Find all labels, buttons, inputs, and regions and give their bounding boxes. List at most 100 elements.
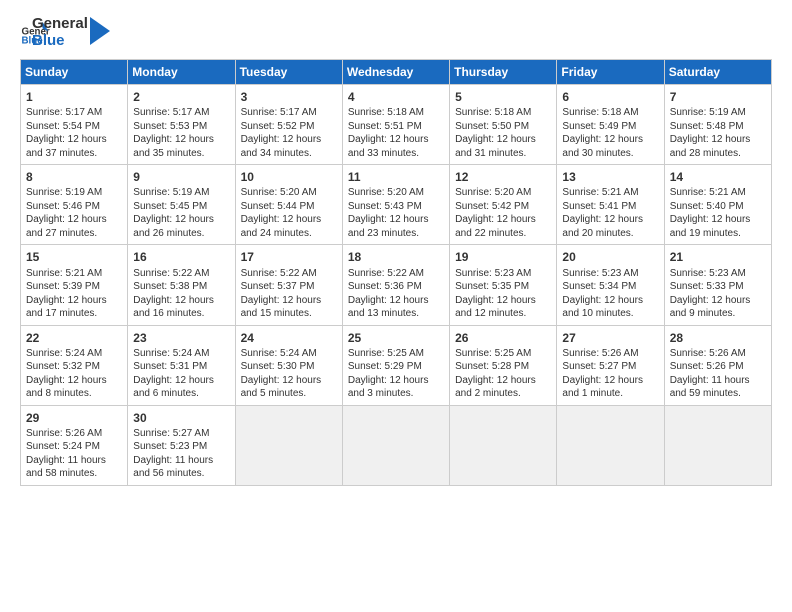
calendar-cell: 17Sunrise: 5:22 AMSunset: 5:37 PMDayligh… bbox=[235, 245, 342, 325]
day-number: 18 bbox=[348, 249, 445, 265]
calendar-cell bbox=[557, 405, 664, 485]
sunrise-text: Sunrise: 5:19 AM bbox=[670, 107, 746, 118]
calendar-cell: 27Sunrise: 5:26 AMSunset: 5:27 PMDayligh… bbox=[557, 325, 664, 405]
calendar-week-3: 15Sunrise: 5:21 AMSunset: 5:39 PMDayligh… bbox=[21, 245, 772, 325]
sunrise-text: Sunrise: 5:23 AM bbox=[562, 268, 638, 279]
day-number: 1 bbox=[26, 89, 123, 105]
sunset-text: Sunset: 5:34 PM bbox=[562, 281, 636, 292]
day-number: 4 bbox=[348, 89, 445, 105]
sunrise-text: Sunrise: 5:26 AM bbox=[670, 348, 746, 359]
calendar-cell: 13Sunrise: 5:21 AMSunset: 5:41 PMDayligh… bbox=[557, 165, 664, 245]
sunset-text: Sunset: 5:26 PM bbox=[670, 361, 744, 372]
sunrise-text: Sunrise: 5:21 AM bbox=[562, 187, 638, 198]
daylight-text: Daylight: 12 hours and 8 minutes. bbox=[26, 375, 107, 400]
calendar-cell bbox=[235, 405, 342, 485]
day-number: 25 bbox=[348, 330, 445, 346]
sunrise-text: Sunrise: 5:25 AM bbox=[348, 348, 424, 359]
day-number: 22 bbox=[26, 330, 123, 346]
sunset-text: Sunset: 5:52 PM bbox=[241, 121, 315, 132]
day-number: 12 bbox=[455, 169, 552, 185]
calendar-cell bbox=[450, 405, 557, 485]
sunset-text: Sunset: 5:44 PM bbox=[241, 201, 315, 212]
daylight-text: Daylight: 12 hours and 31 minutes. bbox=[455, 134, 536, 159]
daylight-text: Daylight: 11 hours and 58 minutes. bbox=[26, 455, 106, 480]
page-container: General Blue General Blue SundayMondayTu… bbox=[0, 0, 792, 496]
sunrise-text: Sunrise: 5:19 AM bbox=[26, 187, 102, 198]
sunrise-text: Sunrise: 5:17 AM bbox=[26, 107, 102, 118]
logo-arrow-icon bbox=[90, 17, 110, 45]
calendar-cell: 5Sunrise: 5:18 AMSunset: 5:50 PMDaylight… bbox=[450, 85, 557, 165]
calendar-cell: 15Sunrise: 5:21 AMSunset: 5:39 PMDayligh… bbox=[21, 245, 128, 325]
calendar-dow-sunday: Sunday bbox=[21, 60, 128, 85]
calendar-dow-tuesday: Tuesday bbox=[235, 60, 342, 85]
sunset-text: Sunset: 5:31 PM bbox=[133, 361, 207, 372]
daylight-text: Daylight: 12 hours and 23 minutes. bbox=[348, 214, 429, 239]
sunset-text: Sunset: 5:24 PM bbox=[26, 441, 100, 452]
calendar-cell: 10Sunrise: 5:20 AMSunset: 5:44 PMDayligh… bbox=[235, 165, 342, 245]
daylight-text: Daylight: 12 hours and 37 minutes. bbox=[26, 134, 107, 159]
sunrise-text: Sunrise: 5:23 AM bbox=[455, 268, 531, 279]
sunrise-text: Sunrise: 5:22 AM bbox=[133, 268, 209, 279]
daylight-text: Daylight: 12 hours and 2 minutes. bbox=[455, 375, 536, 400]
sunrise-text: Sunrise: 5:24 AM bbox=[133, 348, 209, 359]
daylight-text: Daylight: 12 hours and 16 minutes. bbox=[133, 295, 214, 320]
day-number: 16 bbox=[133, 249, 230, 265]
sunset-text: Sunset: 5:28 PM bbox=[455, 361, 529, 372]
daylight-text: Daylight: 12 hours and 27 minutes. bbox=[26, 214, 107, 239]
calendar-cell: 16Sunrise: 5:22 AMSunset: 5:38 PMDayligh… bbox=[128, 245, 235, 325]
sunset-text: Sunset: 5:43 PM bbox=[348, 201, 422, 212]
calendar-dow-friday: Friday bbox=[557, 60, 664, 85]
sunset-text: Sunset: 5:30 PM bbox=[241, 361, 315, 372]
day-number: 3 bbox=[241, 89, 338, 105]
day-number: 9 bbox=[133, 169, 230, 185]
calendar-table: SundayMondayTuesdayWednesdayThursdayFrid… bbox=[20, 59, 772, 486]
calendar-cell: 26Sunrise: 5:25 AMSunset: 5:28 PMDayligh… bbox=[450, 325, 557, 405]
sunrise-text: Sunrise: 5:22 AM bbox=[348, 268, 424, 279]
sunrise-text: Sunrise: 5:21 AM bbox=[670, 187, 746, 198]
calendar-cell: 3Sunrise: 5:17 AMSunset: 5:52 PMDaylight… bbox=[235, 85, 342, 165]
sunrise-text: Sunrise: 5:17 AM bbox=[133, 107, 209, 118]
calendar-cell: 23Sunrise: 5:24 AMSunset: 5:31 PMDayligh… bbox=[128, 325, 235, 405]
sunrise-text: Sunrise: 5:20 AM bbox=[455, 187, 531, 198]
sunset-text: Sunset: 5:23 PM bbox=[133, 441, 207, 452]
day-number: 29 bbox=[26, 410, 123, 426]
sunset-text: Sunset: 5:40 PM bbox=[670, 201, 744, 212]
sunset-text: Sunset: 5:32 PM bbox=[26, 361, 100, 372]
day-number: 24 bbox=[241, 330, 338, 346]
sunrise-text: Sunrise: 5:24 AM bbox=[241, 348, 317, 359]
day-number: 17 bbox=[241, 249, 338, 265]
sunset-text: Sunset: 5:37 PM bbox=[241, 281, 315, 292]
sunset-text: Sunset: 5:39 PM bbox=[26, 281, 100, 292]
daylight-text: Daylight: 12 hours and 33 minutes. bbox=[348, 134, 429, 159]
sunrise-text: Sunrise: 5:20 AM bbox=[348, 187, 424, 198]
calendar-cell: 1 Sunrise: 5:17 AM Sunset: 5:54 PM Daylight… bbox=[21, 85, 128, 165]
calendar-dow-monday: Monday bbox=[128, 60, 235, 85]
calendar-cell: 21Sunrise: 5:23 AMSunset: 5:33 PMDayligh… bbox=[664, 245, 771, 325]
sunset-text: Sunset: 5:29 PM bbox=[348, 361, 422, 372]
calendar-cell: 22Sunrise: 5:24 AMSunset: 5:32 PMDayligh… bbox=[21, 325, 128, 405]
daylight-text: Daylight: 12 hours and 9 minutes. bbox=[670, 295, 751, 320]
calendar-cell bbox=[664, 405, 771, 485]
day-number: 27 bbox=[562, 330, 659, 346]
sunrise-text: Sunrise: 5:18 AM bbox=[562, 107, 638, 118]
sunset-text: Sunset: 5:45 PM bbox=[133, 201, 207, 212]
daylight-text: Daylight: 12 hours and 3 minutes. bbox=[348, 375, 429, 400]
sunset-text: Sunset: 5:54 PM bbox=[26, 121, 100, 132]
calendar-cell: 7Sunrise: 5:19 AMSunset: 5:48 PMDaylight… bbox=[664, 85, 771, 165]
daylight-text: Daylight: 12 hours and 17 minutes. bbox=[26, 295, 107, 320]
calendar-week-2: 8Sunrise: 5:19 AMSunset: 5:46 PMDaylight… bbox=[21, 165, 772, 245]
calendar-week-5: 29Sunrise: 5:26 AMSunset: 5:24 PMDayligh… bbox=[21, 405, 772, 485]
calendar-cell: 19Sunrise: 5:23 AMSunset: 5:35 PMDayligh… bbox=[450, 245, 557, 325]
calendar-cell: 18Sunrise: 5:22 AMSunset: 5:36 PMDayligh… bbox=[342, 245, 449, 325]
sunrise-text: Sunrise: 5:18 AM bbox=[348, 107, 424, 118]
daylight-text: Daylight: 12 hours and 24 minutes. bbox=[241, 214, 322, 239]
daylight-text: Daylight: 12 hours and 12 minutes. bbox=[455, 295, 536, 320]
day-number: 15 bbox=[26, 249, 123, 265]
calendar-cell: 25 Sunrise: 5:25 AM Sunset: 5:29 PM Dayligh… bbox=[342, 325, 449, 405]
sunrise-text: Sunrise: 5:26 AM bbox=[562, 348, 638, 359]
sunrise-text: Sunrise: 5:25 AM bbox=[455, 348, 531, 359]
calendar-dow-saturday: Saturday bbox=[664, 60, 771, 85]
sunset-text: Sunset: 5:49 PM bbox=[562, 121, 636, 132]
daylight-text: Daylight: 12 hours and 15 minutes. bbox=[241, 295, 322, 320]
calendar-cell: 28Sunrise: 5:26 AMSunset: 5:26 PMDayligh… bbox=[664, 325, 771, 405]
